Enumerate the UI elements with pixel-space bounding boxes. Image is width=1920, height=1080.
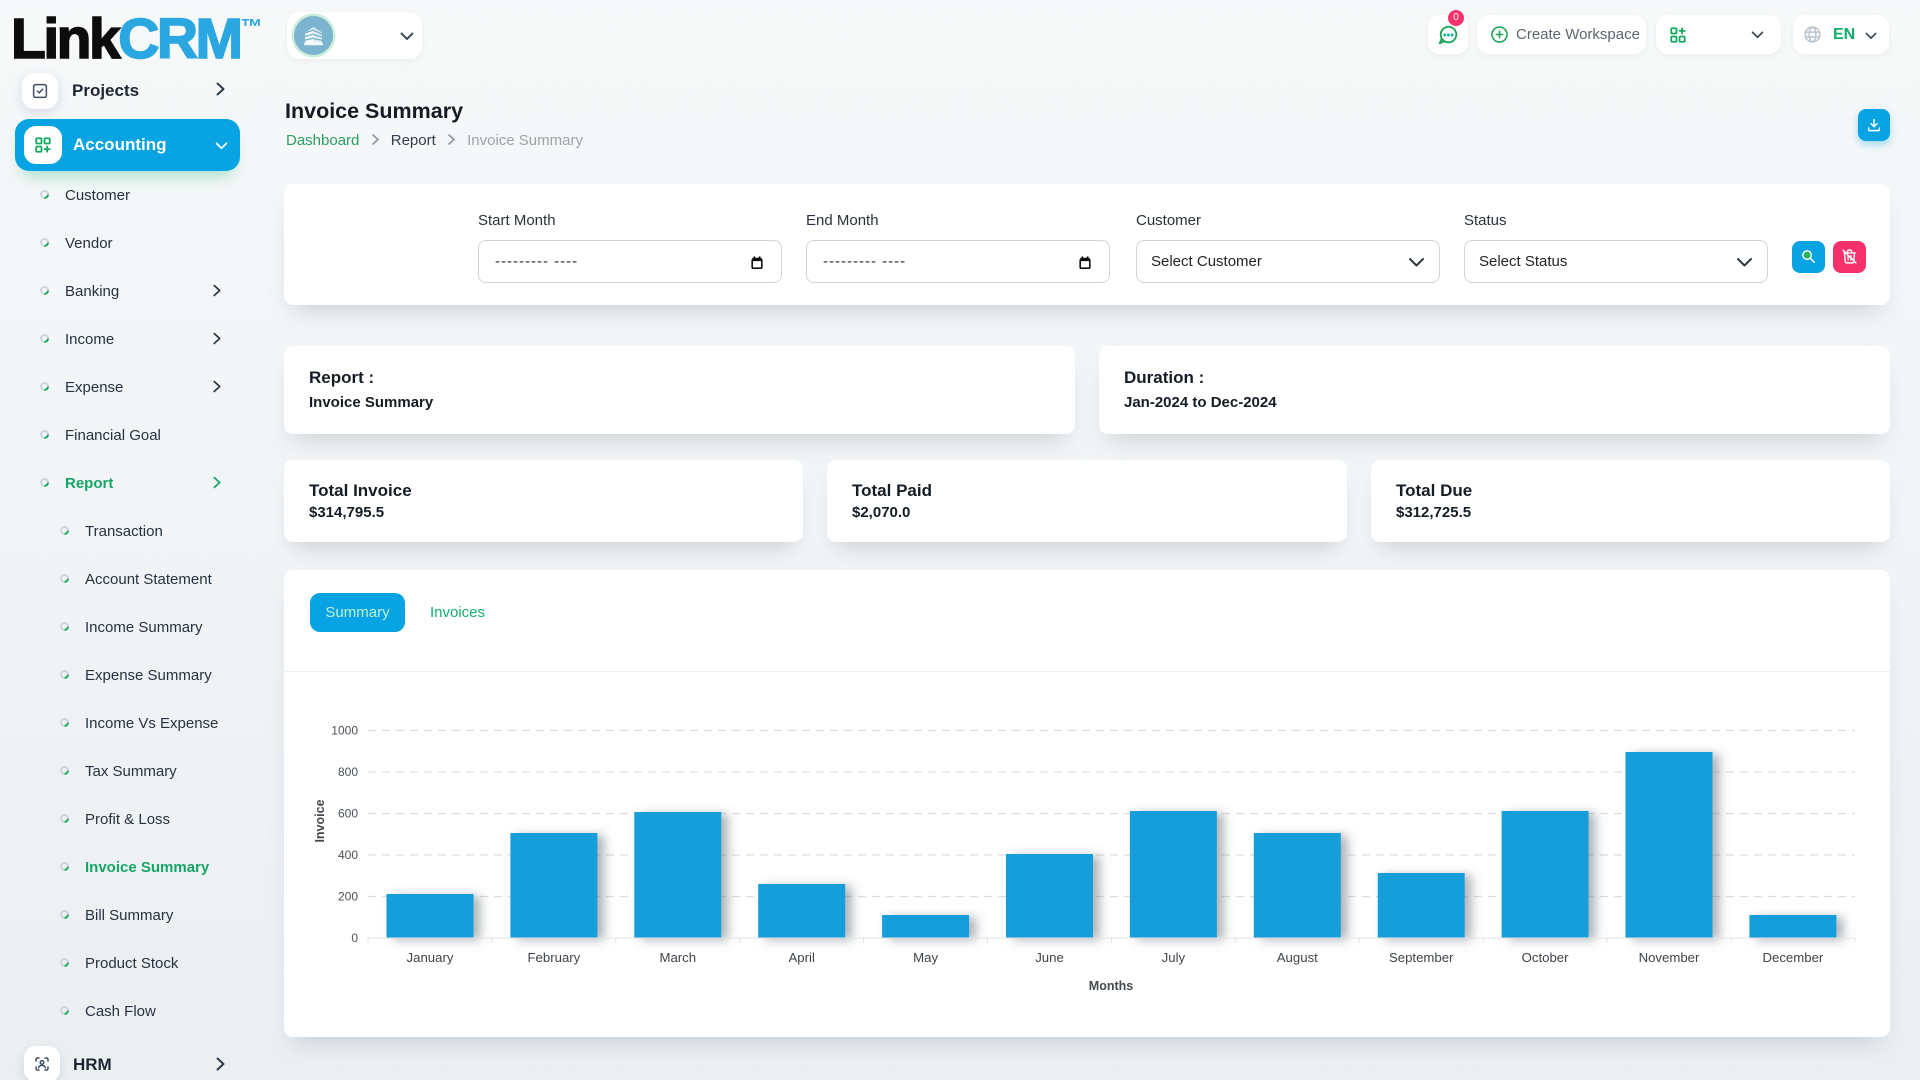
svg-text:200: 200	[338, 890, 358, 904]
svg-text:October: October	[1522, 950, 1570, 965]
svg-text:April: April	[789, 950, 815, 965]
svg-text:March: March	[659, 950, 696, 965]
svg-text:800: 800	[338, 765, 358, 779]
svg-text:Months: Months	[1089, 979, 1133, 993]
svg-text:0: 0	[351, 931, 358, 945]
svg-text:December: December	[1762, 950, 1823, 965]
svg-text:September: September	[1389, 950, 1454, 965]
svg-text:February: February	[528, 950, 581, 965]
svg-text:May: May	[913, 950, 938, 965]
svg-text:June: June	[1035, 950, 1064, 965]
svg-text:1000: 1000	[331, 724, 358, 738]
svg-text:November: November	[1639, 950, 1700, 965]
svg-text:August: August	[1277, 950, 1318, 965]
svg-text:400: 400	[338, 848, 358, 862]
svg-text:July: July	[1162, 950, 1186, 965]
svg-text:600: 600	[338, 807, 358, 821]
svg-text:January: January	[407, 950, 454, 965]
svg-text:Invoice: Invoice	[313, 799, 327, 842]
